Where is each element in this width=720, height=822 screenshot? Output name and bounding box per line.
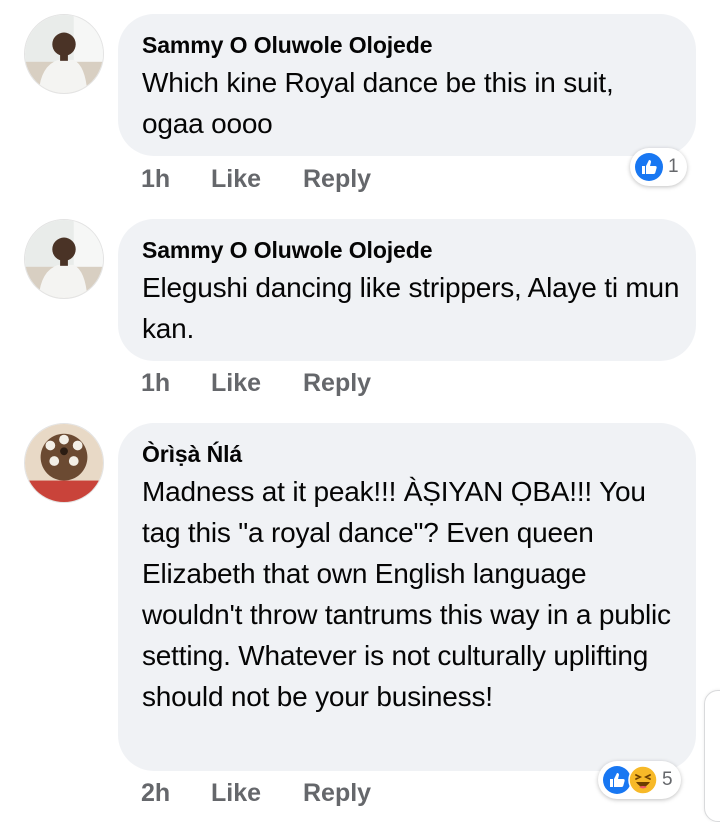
like-button[interactable]: Like [211,779,303,808]
comment-time[interactable]: 1h [141,369,211,398]
comment-text: Which kine Royal dance be this in suit, … [142,67,614,139]
comment-bubble: Sammy O Oluwole Olojede Which kine Royal… [118,14,696,156]
like-button[interactable]: Like [211,369,303,398]
like-icon [635,153,663,181]
floating-panel-edge [704,690,720,822]
reply-button[interactable]: Reply [303,369,371,398]
reply-button[interactable]: Reply [303,779,371,808]
reactions-summary[interactable]: 5 [598,761,681,799]
avatar[interactable] [24,423,104,503]
haha-icon [628,765,658,795]
comment-bubble: Òrìṣà Ńlá Madness at it peak!!! ÀṢIYAN Ọ… [118,423,696,771]
reaction-count: 5 [662,769,673,790]
comment-bubble: Sammy O Oluwole Olojede Elegushi dancing… [118,219,696,361]
comment-author[interactable]: Sammy O Oluwole Olojede [142,233,672,267]
reaction-count: 1 [668,156,679,177]
avatar[interactable] [24,14,104,94]
comment-time[interactable]: 1h [141,165,211,194]
comment-text: Madness at it peak!!! ÀṢIYAN ỌBA!!! You … [142,476,671,712]
comment-text: Elegushi dancing like strippers, Alaye t… [142,272,680,344]
reply-button[interactable]: Reply [303,165,371,194]
comment-time[interactable]: 2h [141,779,211,808]
comment-actions: 1h Like Reply [141,366,371,400]
profile-photo [25,424,103,502]
comment-actions: 1h Like Reply [141,162,371,196]
like-button[interactable]: Like [211,165,303,194]
comment-author[interactable]: Òrìṣà Ńlá [142,437,672,471]
comment-author[interactable]: Sammy O Oluwole Olojede [142,28,672,62]
avatar[interactable] [24,219,104,299]
reactions-summary[interactable]: 1 [630,148,687,186]
profile-photo [25,15,103,93]
comment-actions: 2h Like Reply [141,776,371,810]
profile-photo [25,220,103,298]
